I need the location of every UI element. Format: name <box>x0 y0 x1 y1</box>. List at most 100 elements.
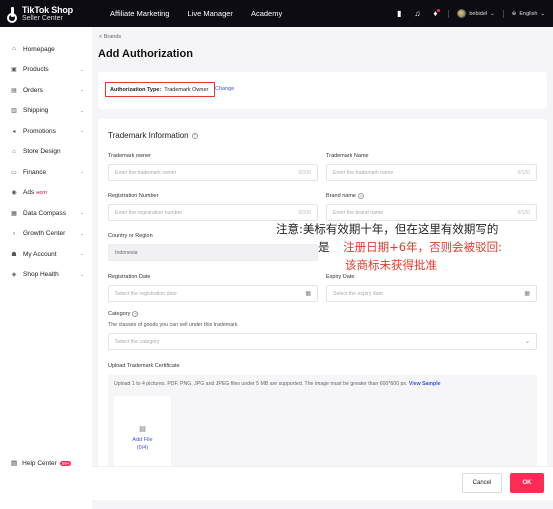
section-title-text: Trademark Information <box>108 131 189 140</box>
annotation-text: 注册日期+6年，否则会被驳回: <box>343 240 502 254</box>
sidebar-item-label: Homepage <box>23 45 55 53</box>
nav-affiliate-marketing[interactable]: Affiliate Marketing <box>110 9 169 18</box>
placeholder: Select the category <box>115 338 160 345</box>
placeholder: Enter the registration number <box>115 209 183 216</box>
file-upload-icon: ▤ <box>139 426 146 433</box>
megaphone-icon: ◂ <box>12 128 16 135</box>
form-footer: Cancel OK <box>92 466 553 500</box>
char-counter: 0/100 <box>517 209 530 216</box>
brand-name-input[interactable]: Enter the brand name 0/100 <box>326 204 537 221</box>
sidebar-item-orders[interactable]: ▤ Orders ⌄ <box>0 80 92 101</box>
annotation-line2: 是 注册日期+6年，否则会被驳回: <box>318 239 502 255</box>
authorization-type-highlight: Authorization Type: Trademark Owner <box>105 82 215 97</box>
sidebar-item-my-account[interactable]: ☗ My Account ⌄ <box>0 244 92 265</box>
calendar-icon: ▦ <box>524 291 530 297</box>
account-icon: ☗ <box>11 251 17 258</box>
growth-icon: ♁ <box>11 230 17 237</box>
trademark-owner-label: Trademark owner <box>108 153 151 159</box>
upload-certificate-label: Upload Trademark Certificate <box>108 363 180 369</box>
char-counter: 0/100 <box>517 169 530 176</box>
help-center-link[interactable]: ▤ Help Center 99+ <box>11 459 72 467</box>
expiry-date-picker[interactable]: Select the expiry date ▦ <box>326 285 537 302</box>
annotation-line1: 注意:美标有效期十年，但在这里有效期写的 <box>276 221 498 237</box>
chevron-down-icon: ⌄ <box>79 128 84 135</box>
chevron-down-icon: ⌄ <box>79 271 84 278</box>
help-question-icon[interactable]: ? <box>191 132 198 139</box>
chevron-down-icon: ⌄ <box>490 10 495 17</box>
chevron-down-icon: ⌄ <box>79 66 84 73</box>
add-file-label: Add File <box>132 436 153 443</box>
sidebar-item-label: Ads <box>23 189 35 197</box>
help-badge: 99+ <box>59 460 72 466</box>
placeholder: Enter the brand name <box>333 209 384 216</box>
sidebar-item-homepage[interactable]: ⌂ Homepage <box>0 39 92 60</box>
change-link[interactable]: Change <box>215 86 234 92</box>
breadcrumb[interactable]: < Brands <box>99 34 121 40</box>
headset-icon[interactable]: ♫ <box>412 9 422 19</box>
document-icon[interactable]: ▮ <box>394 9 404 19</box>
trademark-name-label: Trademark Name <box>326 153 369 159</box>
sidebar-item-growth-center[interactable]: ♁ Growth Center ⌄ <box>0 224 92 245</box>
logo-subtitle: Seller Center <box>22 14 63 22</box>
nav-live-manager[interactable]: Live Manager <box>187 9 232 18</box>
chart-icon: ▦ <box>11 210 17 217</box>
shield-icon: ◈ <box>11 272 17 279</box>
annotation-line3: 该商标未获得批准 <box>345 258 437 272</box>
sidebar-item-store-design[interactable]: ⌂ Store Design <box>0 142 92 163</box>
trademark-name-input[interactable]: Enter the trademark name 0/100 <box>326 164 537 181</box>
trademark-owner-input[interactable]: Enter the trademark owner 0/100 <box>108 164 318 181</box>
chevron-down-icon: ⌄ <box>79 107 84 114</box>
category-description: The classes of goods you can sell under … <box>108 322 238 328</box>
chevron-down-icon: ⌄ <box>79 210 84 217</box>
nav-academy[interactable]: Academy <box>251 9 282 18</box>
chevron-down-icon: ⌄ <box>79 169 84 176</box>
sidebar-item-shop-health[interactable]: ◈ Shop Health ⌄ <box>0 265 92 286</box>
tiktok-shop-logo[interactable]: TikTok Shop Seller Center <box>0 5 96 23</box>
store-icon: ⌂ <box>12 148 16 155</box>
authorization-type-label: Authorization Type: <box>110 86 162 93</box>
avatar <box>457 9 467 18</box>
top-nav: Affiliate Marketing Live Manager Academy <box>110 9 282 18</box>
category-select[interactable]: Select the category ⌄ <box>108 333 537 350</box>
chevron-down-icon: ⌄ <box>524 339 530 345</box>
brand-name-label: Brand name? <box>326 193 364 199</box>
help-question-icon[interactable]: ? <box>132 311 139 317</box>
cancel-button[interactable]: Cancel <box>462 473 502 493</box>
ok-button[interactable]: OK <box>510 473 544 493</box>
country-label: Country or Region <box>108 233 153 239</box>
sidebar-item-label: Data Compass <box>23 209 66 217</box>
placeholder: Enter the trademark name <box>333 169 394 176</box>
orders-icon: ▤ <box>11 87 17 94</box>
home-icon: ⌂ <box>12 46 16 53</box>
view-sample-link[interactable]: View Sample <box>409 381 441 387</box>
registration-date-picker[interactable]: Select the registration date ▦ <box>108 285 318 302</box>
sidebar-item-label: Finance <box>23 168 47 176</box>
registration-number-input[interactable]: Enter the registration number 0/100 <box>108 204 318 221</box>
sidebar-item-data-compass[interactable]: ▦ Data Compass ⌄ <box>0 203 92 224</box>
sidebar-item-ads[interactable]: ◉ Ads HOT! <box>0 183 92 204</box>
sidebar-item-products[interactable]: ▣ Products ⌄ <box>0 60 92 81</box>
sidebar-item-shipping[interactable]: ▥ Shipping ⌄ <box>0 101 92 122</box>
annotation-lead: 注意: <box>276 222 303 236</box>
country-value: Indonesia <box>115 249 138 256</box>
account-menu[interactable]: bebidel ⌄ <box>457 9 495 18</box>
sidebar-item-finance[interactable]: ▭ Finance ⌄ <box>0 162 92 183</box>
bell-icon[interactable]: ♦ <box>430 8 441 19</box>
help-icon: ▤ <box>11 460 18 467</box>
annotation-text: 美标有效期十年，但在这里有效期写的 <box>302 222 499 236</box>
upload-hint: Upload 1 to 4 pictures. PDF, PNG, JPG an… <box>114 381 441 387</box>
authorization-type-value: Trademark Owner <box>164 86 209 93</box>
box-icon: ▣ <box>11 67 17 74</box>
chevron-down-icon: ⌄ <box>79 251 84 258</box>
country-field: Indonesia <box>108 244 318 261</box>
ads-icon: ◉ <box>11 190 17 197</box>
sidebar-item-promotions[interactable]: ◂ Promotions ⌄ <box>0 121 92 142</box>
help-question-icon[interactable]: ? <box>357 193 364 199</box>
sidebar-item-label: Shop Health <box>23 271 59 279</box>
language-menu[interactable]: ⊕ English ⌄ <box>512 11 545 17</box>
notification-dot <box>437 8 441 12</box>
section-title: Trademark Information ? <box>108 131 198 140</box>
sidebar-item-label: Growth Center <box>23 230 66 238</box>
globe-icon: ⊕ <box>511 10 517 17</box>
chevron-down-icon: ⌄ <box>540 10 545 17</box>
